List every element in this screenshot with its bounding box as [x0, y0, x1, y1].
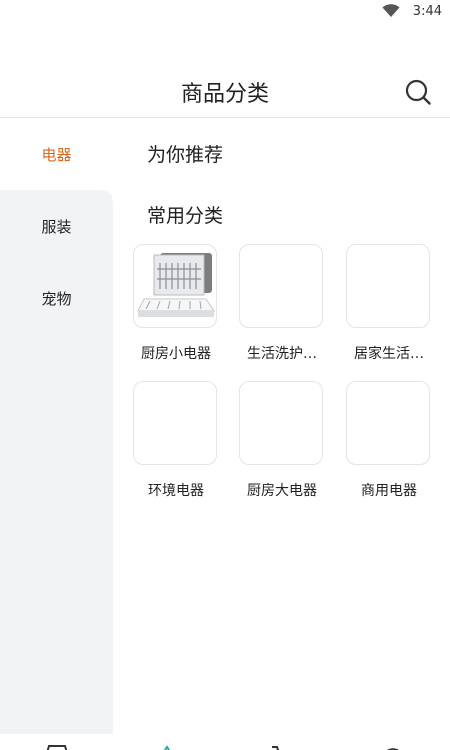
page-header: 商品分类	[0, 70, 450, 118]
recommend-title: 为你推荐	[147, 144, 224, 166]
category-thumbnail	[346, 244, 430, 328]
page-title: 商品分类	[180, 82, 269, 107]
category-item-commercial[interactable]: 商用电器	[346, 381, 432, 500]
sidebar-item-label: 服装	[41, 217, 72, 236]
sidebar-item-clothing[interactable]: 服装	[0, 190, 113, 262]
profile-icon[interactable]	[380, 744, 406, 750]
search-icon[interactable]	[404, 78, 432, 106]
sidebar-item-label: 电器	[41, 145, 72, 164]
category-thumbnail	[239, 244, 323, 328]
category-item-home-living[interactable]: 居家生活…	[346, 244, 432, 363]
category-label: 环境电器	[148, 483, 204, 499]
category-content: 为你推荐 常用分类 厨房小电器 生活洗护… 居家生活… 环境电器 厨房大电器 商…	[113, 118, 450, 734]
category-thumbnail	[133, 244, 217, 328]
category-label: 厨房小电器	[141, 346, 211, 362]
cart-icon[interactable]	[268, 744, 294, 750]
category-sidebar: 电器 服装 宠物	[0, 118, 113, 734]
category-label: 居家生活…	[354, 346, 424, 362]
wifi-icon	[382, 4, 400, 17]
category-label: 厨房大电器	[247, 483, 317, 499]
status-time: 3:44	[412, 4, 442, 19]
sidebar-item-appliances[interactable]: 电器	[0, 118, 113, 190]
home-icon[interactable]	[44, 744, 70, 750]
category-label: 生活洗护…	[247, 346, 317, 362]
category-icon[interactable]	[154, 744, 180, 750]
dishwasher-image	[137, 253, 215, 317]
bottom-tab-bar	[0, 734, 450, 750]
category-thumbnail	[239, 381, 323, 465]
sidebar-item-pets[interactable]: 宠物	[0, 262, 113, 334]
category-thumbnail	[346, 381, 430, 465]
category-label: 商用电器	[361, 483, 417, 499]
status-bar: 3:44	[0, 0, 450, 24]
sidebar-item-label: 宠物	[41, 289, 72, 308]
common-categories-title: 常用分类	[147, 205, 224, 227]
category-item-kitchen-small[interactable]: 厨房小电器	[133, 244, 219, 363]
category-item-environment[interactable]: 环境电器	[133, 381, 219, 500]
category-item-kitchen-large[interactable]: 厨房大电器	[239, 381, 325, 500]
category-thumbnail	[133, 381, 217, 465]
category-item-laundry-care[interactable]: 生活洗护…	[239, 244, 325, 363]
